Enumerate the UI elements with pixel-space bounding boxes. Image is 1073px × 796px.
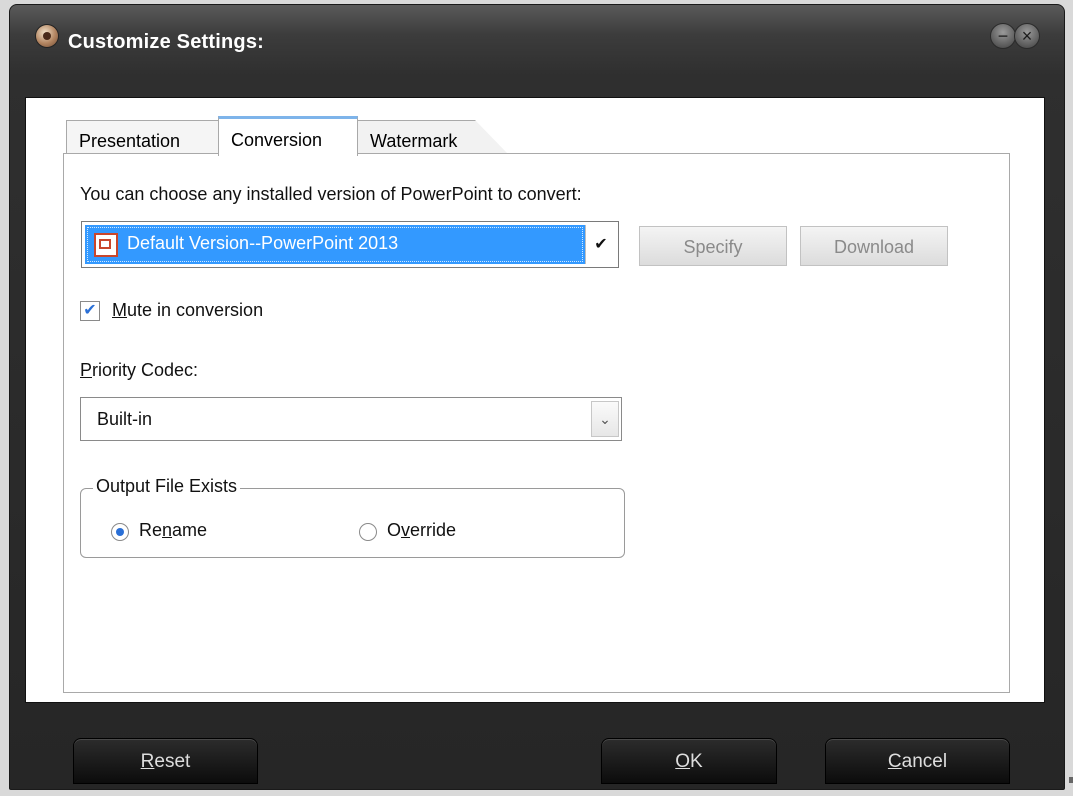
selected-version-text: Default Version--PowerPoint 2013 bbox=[127, 233, 399, 253]
tab-watermark[interactable]: Watermark bbox=[358, 120, 508, 154]
close-button[interactable]: × bbox=[1014, 23, 1040, 49]
app-logo-icon bbox=[36, 25, 58, 47]
powerpoint-version-select[interactable]: Default Version--PowerPoint 2013 ✔ bbox=[81, 221, 619, 268]
powerpoint-icon bbox=[94, 233, 118, 257]
chevron-down-icon[interactable]: ✔ bbox=[585, 225, 616, 264]
cancel-button[interactable]: Cancel bbox=[825, 738, 1010, 784]
rename-radio[interactable] bbox=[111, 523, 129, 541]
minimize-button[interactable]: − bbox=[990, 23, 1016, 49]
tab-presentation[interactable]: Presentation bbox=[66, 120, 218, 154]
selected-version-highlight: Default Version--PowerPoint 2013 bbox=[85, 225, 585, 264]
rename-label[interactable]: Rename bbox=[139, 520, 207, 541]
specify-button[interactable]: Specify bbox=[639, 226, 787, 266]
override-label-post: erride bbox=[410, 520, 457, 540]
priority-codec-accelerator: P bbox=[80, 360, 93, 380]
priority-codec-label-text: riority Codec: bbox=[92, 360, 199, 380]
title-bar[interactable]: Customize Settings: − × bbox=[10, 5, 1064, 85]
output-file-exists-title: Output File Exists bbox=[93, 476, 241, 497]
settings-dialog: Customize Settings: − × Presentation Wat… bbox=[9, 4, 1073, 790]
cancel-label: ancel bbox=[901, 751, 948, 772]
settings-content: Presentation Watermark Conversion You ca… bbox=[25, 97, 1045, 703]
ok-button[interactable]: OK bbox=[601, 738, 777, 784]
rename-label-post: ame bbox=[172, 520, 208, 540]
mute-label-text: ute in conversion bbox=[127, 300, 264, 320]
mute-label[interactable]: Mute in conversion bbox=[112, 300, 263, 321]
priority-codec-value: Built-in bbox=[97, 409, 153, 429]
override-label-accelerator: v bbox=[401, 520, 411, 540]
priority-codec-label: Priority Codec: bbox=[80, 360, 198, 381]
output-file-exists-group: Output File Exists Rename Override bbox=[80, 476, 625, 558]
tab-conversion[interactable]: Conversion bbox=[218, 116, 358, 156]
mute-label-accelerator: M bbox=[112, 300, 127, 320]
override-label[interactable]: Override bbox=[387, 520, 456, 541]
reset-button[interactable]: Reset bbox=[73, 738, 258, 784]
powerpoint-version-prompt: You can choose any installed version of … bbox=[80, 184, 582, 204]
chevron-down-icon[interactable]: ⌄ bbox=[591, 401, 619, 437]
override-label-pre: O bbox=[387, 520, 402, 540]
reset-label: eset bbox=[154, 751, 191, 772]
override-radio[interactable] bbox=[359, 523, 377, 541]
download-button[interactable]: Download bbox=[800, 226, 948, 266]
rename-label-accelerator: n bbox=[162, 520, 173, 540]
dialog-title: Customize Settings: bbox=[68, 31, 265, 53]
resize-grip[interactable] bbox=[1069, 777, 1073, 783]
cancel-accelerator: C bbox=[887, 751, 902, 772]
reset-accelerator: R bbox=[140, 751, 155, 772]
ok-label: K bbox=[690, 751, 703, 772]
conversion-panel: You can choose any installed version of … bbox=[63, 153, 1010, 693]
priority-codec-select[interactable]: Built-in ⌄ bbox=[80, 397, 622, 441]
rename-label-pre: Re bbox=[139, 520, 163, 540]
ok-accelerator: O bbox=[675, 751, 691, 772]
mute-checkbox[interactable]: ✔ bbox=[80, 301, 100, 321]
